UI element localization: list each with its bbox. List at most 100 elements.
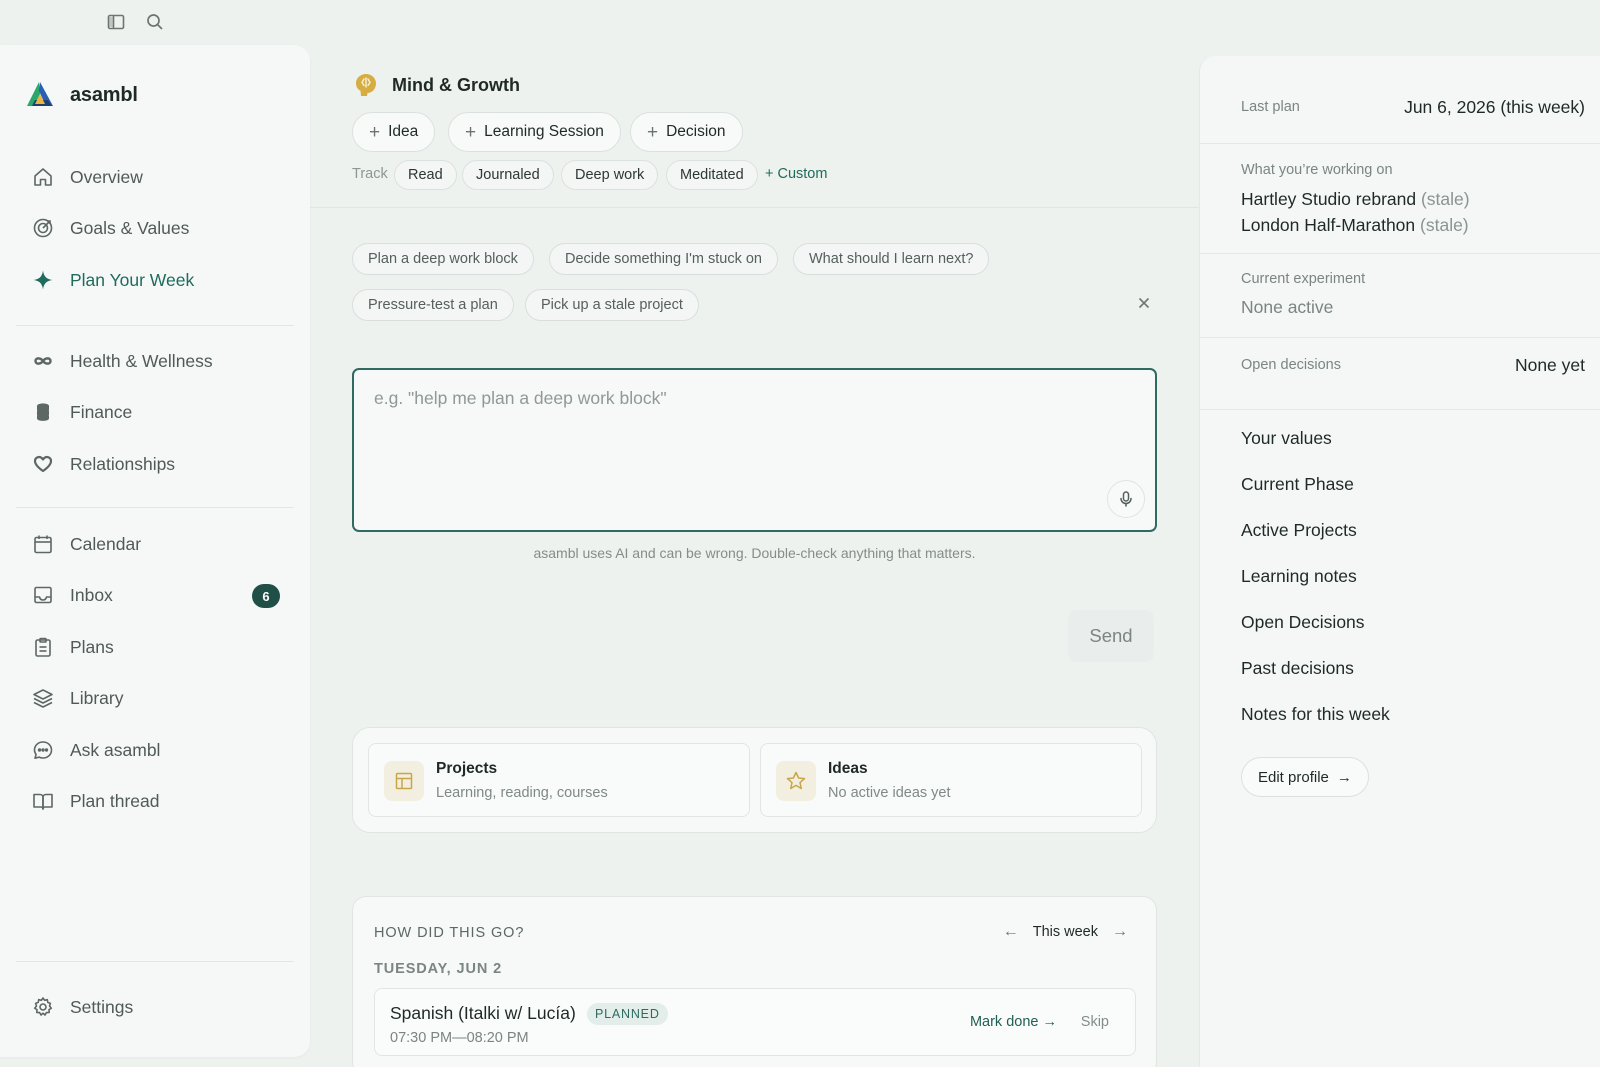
nav-ask-asambl[interactable]: Ask asambl <box>16 728 294 772</box>
clipboard-icon <box>32 636 54 658</box>
app-name: asambl <box>70 83 138 106</box>
arrow-right-icon: → <box>1336 768 1352 786</box>
suggestion-chip[interactable]: Decide something I'm stuck on <box>549 243 778 275</box>
mark-done-button[interactable]: Mark done → <box>970 1014 1057 1030</box>
close-suggestions-icon[interactable] <box>1136 295 1152 311</box>
link-your-values[interactable]: Your values <box>1241 428 1332 449</box>
inbox-icon <box>32 584 54 606</box>
edit-profile-button[interactable]: Edit profile → <box>1241 757 1369 797</box>
track-chip-read[interactable]: Read <box>394 160 457 190</box>
suggestion-chip[interactable]: Plan a deep work block <box>352 243 534 275</box>
link-past-decisions[interactable]: Past decisions <box>1241 658 1354 679</box>
suggestion-chip[interactable]: Pick up a stale project <box>525 289 699 321</box>
nav-divider <box>16 325 294 326</box>
nav-goals-values[interactable]: Goals & Values <box>16 206 294 250</box>
nav-plans[interactable]: Plans <box>16 625 294 669</box>
project-name: London Half-Marathon <box>1241 215 1416 235</box>
nav-label: Finance <box>70 401 133 422</box>
track-chip-meditated[interactable]: Meditated <box>666 160 758 190</box>
add-button-label: Idea <box>388 123 419 140</box>
working-on-item[interactable]: Hartley Studio rebrand (stale) <box>1241 189 1470 210</box>
review-heading: HOW DID THIS GO? <box>374 925 525 941</box>
prompt-input[interactable] <box>354 370 1155 530</box>
nav-label: Goals & Values <box>70 217 190 238</box>
projects-card[interactable]: Projects Learning, reading, courses <box>368 743 750 817</box>
last-plan-row: Last plan Jun 6, 2026 (this week) <box>1200 56 1600 144</box>
nav-health-wellness[interactable]: Health & Wellness <box>16 339 294 383</box>
sidebar: asambl Overview Goals & Values Plan Your… <box>0 45 310 1057</box>
nav-finance[interactable]: Finance <box>16 390 294 434</box>
plus-icon: + <box>465 121 477 143</box>
nav-library[interactable]: Library <box>16 676 294 720</box>
experiment-row: Current experiment None active <box>1200 254 1600 338</box>
table-icon <box>384 761 424 801</box>
hub-title: Mind & Growth <box>354 72 520 98</box>
ideas-card[interactable]: Ideas No active ideas yet <box>760 743 1142 817</box>
asambl-logo-icon <box>24 79 56 111</box>
card-title: Projects <box>436 760 498 777</box>
link-learning-notes[interactable]: Learning notes <box>1241 566 1357 587</box>
stale-tag: (stale) <box>1420 215 1469 235</box>
review-date: TUESDAY, JUN 2 <box>374 961 503 977</box>
send-button[interactable]: Send <box>1068 610 1154 662</box>
week-navigator: ← This week → <box>1003 923 1128 941</box>
nav-label: Relationships <box>70 453 176 474</box>
add-decision-button[interactable]: + Decision <box>630 112 743 152</box>
nav-inbox[interactable]: Inbox 6 <box>16 573 294 617</box>
nav-plan-your-week[interactable]: Plan Your Week <box>16 258 294 302</box>
previous-week-arrow-icon[interactable]: ← <box>1003 923 1019 941</box>
top-toolbar <box>0 0 1600 44</box>
hub-header: Mind & Growth + Idea + Learning Session … <box>310 44 1200 208</box>
brain-icon <box>354 72 378 98</box>
link-current-phase[interactable]: Current Phase <box>1241 474 1354 495</box>
search-icon[interactable] <box>145 12 165 32</box>
add-learning-session-button[interactable]: + Learning Session <box>448 112 621 152</box>
working-on-item[interactable]: London Half-Marathon (stale) <box>1241 215 1469 236</box>
add-idea-button[interactable]: + Idea <box>352 112 436 152</box>
sparkle-icon <box>32 269 54 291</box>
track-chip-journaled[interactable]: Journaled <box>462 160 554 190</box>
plus-icon: + <box>369 121 381 143</box>
microphone-icon <box>1117 490 1135 508</box>
open-decisions-value: None yet <box>1514 355 1585 375</box>
add-custom-track-link[interactable]: + Custom <box>765 166 827 182</box>
sidebar-toggle-icon[interactable] <box>106 12 126 32</box>
book-icon <box>32 790 54 812</box>
nav-calendar[interactable]: Calendar <box>16 522 294 566</box>
nav-label: Calendar <box>70 533 142 554</box>
mic-button[interactable] <box>1107 480 1145 518</box>
coins-icon <box>32 401 54 423</box>
chat-icon <box>32 739 54 761</box>
review-panel: HOW DID THIS GO? ← This week → TUESDAY, … <box>352 896 1157 1067</box>
nav-settings[interactable]: Settings <box>16 985 294 1029</box>
nav-label: Plan Your Week <box>70 269 195 290</box>
link-open-decisions[interactable]: Open Decisions <box>1241 612 1365 633</box>
nav-divider <box>16 507 294 508</box>
card-subtitle: Learning, reading, courses <box>436 785 608 801</box>
card-title: Ideas <box>828 760 868 777</box>
nav-relationships[interactable]: Relationships <box>16 442 294 486</box>
suggestion-chip[interactable]: Pressure-test a plan <box>352 289 514 321</box>
nav-plan-thread[interactable]: Plan thread <box>16 779 294 823</box>
last-plan-label: Last plan <box>1241 99 1300 115</box>
brand[interactable]: asambl <box>24 79 138 111</box>
add-button-label: Decision <box>666 123 726 140</box>
home-icon <box>32 166 54 188</box>
link-notes-for-this-week[interactable]: Notes for this week <box>1241 704 1390 725</box>
suggestion-chip[interactable]: What should I learn next? <box>793 243 990 275</box>
session-time: 07:30 PM—08:20 PM <box>390 1030 529 1046</box>
link-active-projects[interactable]: Active Projects <box>1241 520 1357 541</box>
track-label: Track <box>352 166 388 182</box>
card-subtitle: No active ideas yet <box>828 785 951 801</box>
calendar-icon <box>32 533 54 555</box>
session-name: Spanish (Italki w/ Lucía) <box>390 1003 576 1023</box>
nav-label: Health & Wellness <box>70 350 213 371</box>
nav-overview[interactable]: Overview <box>16 155 294 199</box>
skip-button[interactable]: Skip <box>1081 1014 1109 1030</box>
nav-label: Ask asambl <box>70 739 161 760</box>
infinity-icon <box>32 350 54 372</box>
next-week-arrow-icon[interactable]: → <box>1112 923 1128 941</box>
working-on-label: What you’re working on <box>1241 162 1393 178</box>
experiment-label: Current experiment <box>1241 271 1366 287</box>
track-chip-deep-work[interactable]: Deep work <box>561 160 659 190</box>
